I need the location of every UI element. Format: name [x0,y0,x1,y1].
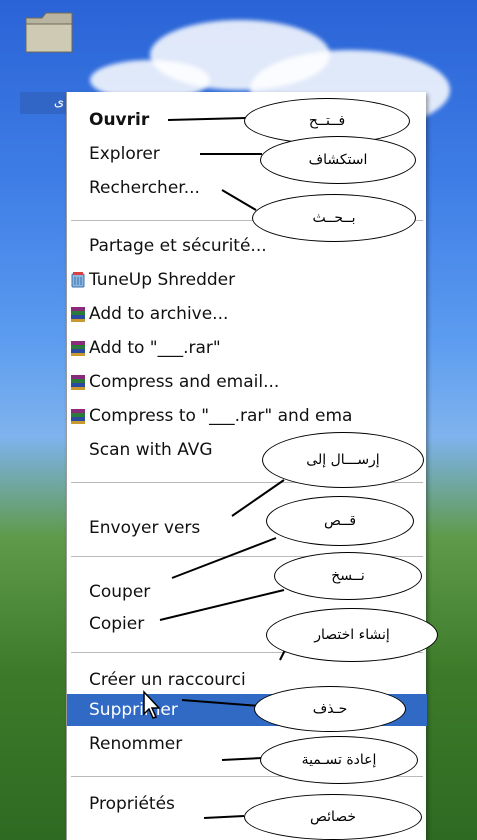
annotation-label: فــتــح [308,113,346,129]
annotation-label: قــص [323,513,357,529]
annotation-bubble-explore: استكشاف [260,136,416,184]
menu-item-label: Couper [89,582,151,602]
menu-item-label: Explorer [89,144,160,164]
annotation-bubble-delete: حـذف [254,686,406,732]
menu-item-label: TuneUp Shredder [89,270,236,290]
menu-item-label: Créer un raccourci [89,670,246,690]
menu-item-label: Compress and email... [89,372,280,392]
annotation-label: حـذف [312,701,348,717]
annotation-bubble-cut: قــص [266,496,414,546]
winrar-icon [71,341,85,356]
tuneup-shredder-icon [71,272,85,288]
annotation-label: نــسخ [331,568,365,584]
menu-item-label: Add to "___.rar" [89,338,221,358]
folder-label[interactable]: ى [20,92,68,114]
folder-icon[interactable] [22,8,76,56]
annotation-label: استكشاف [308,152,368,168]
menu-item-label: Renommer [89,734,183,754]
winrar-icon [71,375,85,390]
menu-item-label: Compress to "___.rar" and ema [89,406,353,426]
annotation-bubble-copy: نــسخ [274,552,422,600]
annotation-label: بــحــث [312,210,356,226]
annotation-bubble-shortcut: إنشاء اختصار [266,608,438,662]
menu-item-label: Scan with AVG [89,440,213,460]
menu-item-compress-email[interactable]: Compress and email... [67,366,427,398]
menu-item-tuneup-shredder[interactable]: TuneUp Shredder [67,264,427,296]
annotation-bubble-search: بــحــث [252,194,416,242]
annotation-label: إنشاء اختصار [314,627,390,643]
annotation-bubble-send-to: إرســـال إلى [262,432,424,488]
menu-item-label: Add to archive... [89,304,229,324]
annotation-bubble-properties: خصائص [244,794,422,840]
menu-item-add-to-archive[interactable]: Add to archive... [67,298,427,330]
mouse-cursor-icon [143,690,161,719]
menu-item-label: Rechercher... [89,178,200,198]
menu-item-label: Envoyer vers [89,518,201,538]
winrar-icon [71,307,85,322]
menu-item-compress-to-rar-email[interactable]: Compress to "___.rar" and ema [67,400,427,432]
menu-item-label: Propriétés [89,794,175,814]
menu-item-label: Partage et sécurité... [89,236,267,256]
annotation-label: إرســـال إلى [306,452,380,468]
menu-item-add-to-rar[interactable]: Add to "___.rar" [67,332,427,364]
annotation-label: إعادة تسـمية [301,752,377,768]
menu-item-label: Supprimer [89,700,178,720]
menu-item-label: Ouvrir [89,110,150,130]
annotation-bubble-rename: إعادة تسـمية [260,736,418,784]
menu-item-label: Copier [89,614,145,634]
annotation-label: خصائص [309,809,357,825]
winrar-icon [71,409,85,424]
